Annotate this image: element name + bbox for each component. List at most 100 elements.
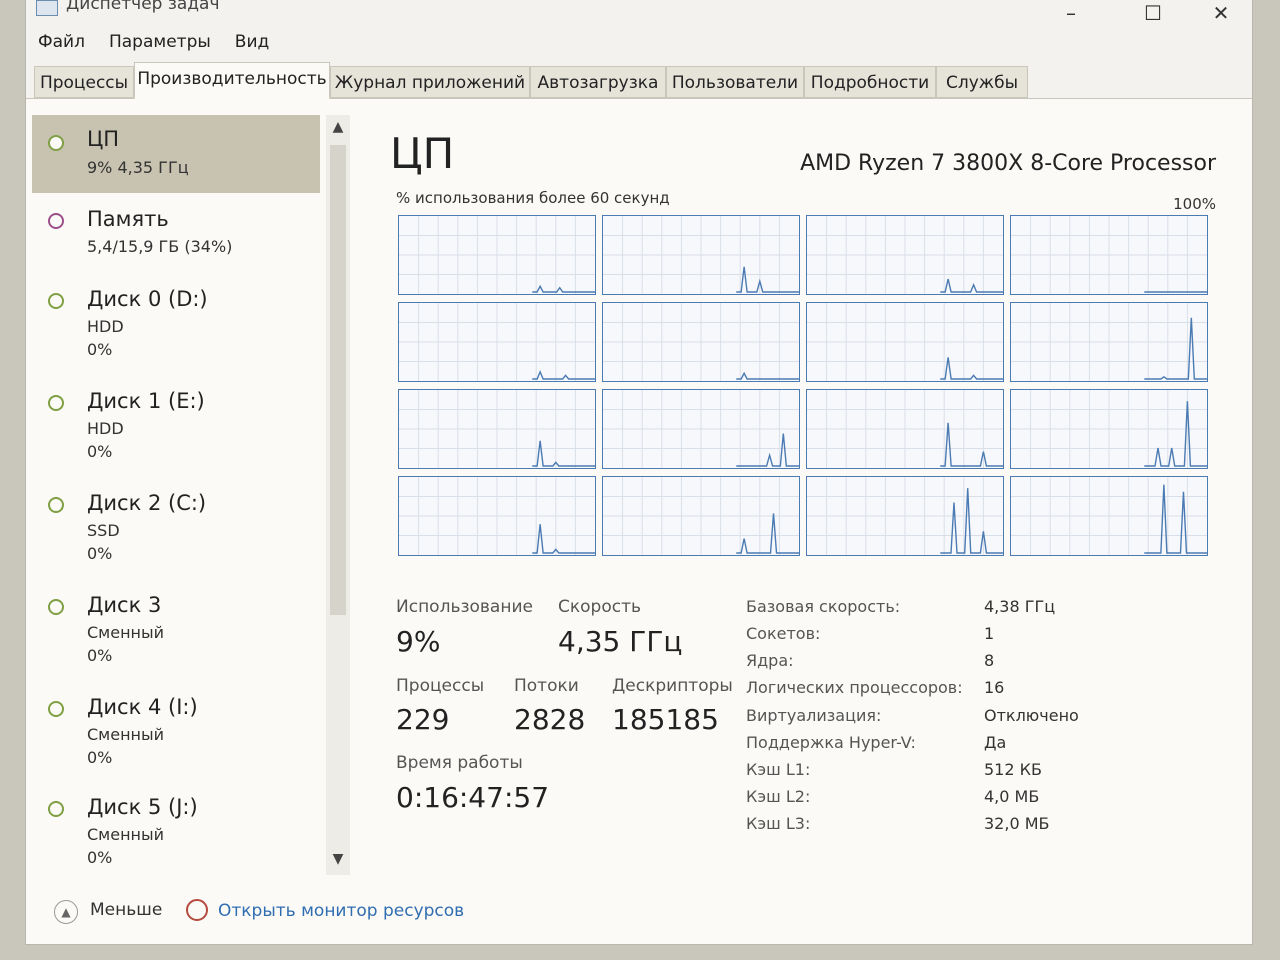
- sidebar-item-usage: 0%: [87, 442, 113, 461]
- minimize-button[interactable]: –: [1048, 0, 1094, 26]
- speed-value: 4,35 ГГц: [558, 625, 683, 658]
- cpu-usage-line: [736, 266, 799, 293]
- cpu-core-graph: [602, 476, 800, 556]
- cpu-core-graph: [398, 476, 596, 556]
- handles-value: 185185: [612, 703, 719, 736]
- threads-value: 2828: [514, 703, 586, 736]
- sidebar-item-title: Диск 5 (J:): [87, 795, 198, 819]
- sockets-label: Сокетов:: [746, 624, 821, 643]
- task-manager-icon: [36, 0, 58, 16]
- sidebar-item-title: Диск 2 (C:): [87, 491, 207, 515]
- performance-content: ЦП 9% 4,35 ГГц Память 5,4/15,9 ГБ (34%) …: [26, 99, 1252, 944]
- cpu-usage-line: [736, 371, 799, 380]
- sidebar-item-cpu[interactable]: ЦП 9% 4,35 ГГц: [32, 115, 320, 193]
- open-resource-monitor-link[interactable]: Открыть монитор ресурсов: [218, 901, 464, 921]
- disk-indicator-icon: [48, 497, 64, 513]
- sidebar-item-usage: 0%: [87, 544, 113, 563]
- cpu-usage-line: [736, 513, 799, 554]
- sidebar-item-title: Диск 3: [87, 593, 162, 617]
- sidebar-item-detail: 5,4/15,9 ГБ (34%): [87, 237, 233, 256]
- page-title: ЦП: [390, 129, 455, 178]
- cpu-indicator-icon: [48, 135, 64, 151]
- cores-value: 8: [984, 651, 995, 670]
- threads-label: Потоки: [514, 676, 579, 696]
- cpu-usage-line: [532, 369, 595, 380]
- cpu-core-graph: [602, 215, 800, 295]
- hyper-v-value: Да: [984, 733, 1007, 752]
- tab-bar: Процессы Производительность Журнал прило…: [26, 62, 1252, 99]
- sidebar-item-disk-5[interactable]: Диск 5 (J:) Сменный 0%: [32, 787, 320, 869]
- logical-processors-label: Логических процессоров:: [746, 678, 963, 697]
- menu-file[interactable]: Файл: [26, 28, 97, 56]
- menu-view[interactable]: Вид: [223, 28, 281, 56]
- sidebar-scrollbar[interactable]: ▲ ▼: [326, 115, 350, 875]
- window-title: Диспетчер задач: [66, 0, 220, 14]
- tab-performance[interactable]: Производительность: [134, 62, 330, 99]
- sidebar-item-usage: 0%: [87, 340, 113, 359]
- logical-processor-graphs: [398, 215, 1214, 557]
- title-bar: Диспетчер задач – ☐ ✕: [26, 0, 1252, 26]
- sidebar-item-type: Сменный: [87, 725, 165, 744]
- scroll-thumb[interactable]: [330, 145, 346, 615]
- graph-caption: % использования более 60 секунд: [396, 189, 670, 207]
- cpu-usage-line: [940, 357, 1003, 380]
- sidebar-item-title: Диск 1 (E:): [87, 389, 205, 413]
- sidebar-item-memory[interactable]: Память 5,4/15,9 ГБ (34%): [32, 199, 320, 269]
- cpu-core-graph: [602, 389, 800, 469]
- sidebar-item-detail: 9% 4,35 ГГц: [87, 158, 189, 177]
- cache-l3-label: Кэш L3:: [746, 814, 811, 833]
- logical-processors-value: 16: [984, 678, 1005, 697]
- disk-indicator-icon: [48, 293, 64, 309]
- tab-details[interactable]: Подробности: [804, 66, 936, 98]
- chevron-up-icon[interactable]: ▲: [54, 900, 78, 924]
- resource-monitor-icon: [186, 899, 208, 921]
- sidebar-item-disk-1[interactable]: Диск 1 (E:) HDD 0%: [32, 381, 320, 469]
- cpu-usage-line: [532, 524, 595, 554]
- cpu-core-graph: [806, 215, 1004, 295]
- cpu-core-graph: [1010, 302, 1208, 382]
- sidebar-item-title: ЦП: [87, 127, 120, 151]
- sidebar-item-disk-2[interactable]: Диск 2 (C:) SSD 0%: [32, 483, 320, 571]
- tab-app-history[interactable]: Журнал приложений: [330, 66, 530, 98]
- sockets-value: 1: [984, 624, 995, 643]
- sidebar-item-type: HDD: [87, 317, 124, 336]
- tab-users[interactable]: Пользователи: [666, 66, 804, 98]
- scroll-down-icon[interactable]: ▼: [330, 851, 346, 869]
- processes-label: Процессы: [396, 676, 485, 696]
- scroll-up-icon[interactable]: ▲: [330, 119, 346, 137]
- resource-sidebar: ЦП 9% 4,35 ГГц Память 5,4/15,9 ГБ (34%) …: [26, 99, 326, 869]
- sidebar-item-disk-4[interactable]: Диск 4 (I:) Сменный 0%: [32, 687, 320, 775]
- cache-l3-value: 32,0 МБ: [984, 814, 1050, 833]
- menu-options[interactable]: Параметры: [97, 28, 223, 56]
- close-button[interactable]: ✕: [1198, 0, 1244, 26]
- memory-indicator-icon: [48, 213, 64, 229]
- cpu-usage-line: [532, 284, 595, 293]
- disk-indicator-icon: [48, 701, 64, 717]
- usage-label: Использование: [396, 597, 533, 617]
- uptime-value: 0:16:47:57: [396, 781, 550, 814]
- tab-startup[interactable]: Автозагрузка: [530, 66, 666, 98]
- tab-services[interactable]: Службы: [936, 66, 1028, 98]
- base-speed-value: 4,38 ГГц: [984, 597, 1056, 616]
- sidebar-item-type: SSD: [87, 521, 120, 540]
- sidebar-item-disk-3[interactable]: Диск 3 Сменный 0%: [32, 585, 320, 673]
- cpu-core-graph: [398, 215, 596, 295]
- usage-value: 9%: [396, 625, 441, 658]
- disk-indicator-icon: [48, 395, 64, 411]
- sidebar-item-title: Память: [87, 207, 169, 231]
- cpu-core-graph: [1010, 476, 1208, 556]
- cpu-detail-panel: ЦП AMD Ryzen 7 3800X 8-Core Processor % …: [366, 99, 1226, 899]
- speed-label: Скорость: [558, 597, 641, 617]
- cores-label: Ядра:: [746, 651, 794, 670]
- sidebar-item-usage: 0%: [87, 646, 113, 665]
- cpu-core-graph: [806, 389, 1004, 469]
- fewer-details-button[interactable]: Меньше: [90, 900, 162, 920]
- cpu-core-graph: [398, 389, 596, 469]
- base-speed-label: Базовая скорость:: [746, 597, 901, 616]
- sidebar-item-disk-0[interactable]: Диск 0 (D:) HDD 0%: [32, 279, 320, 367]
- disk-indicator-icon: [48, 801, 64, 817]
- tab-processes[interactable]: Процессы: [34, 66, 134, 98]
- cpu-usage-line: [940, 278, 1003, 293]
- handles-label: Дескрипторы: [612, 676, 733, 696]
- maximize-button[interactable]: ☐: [1130, 0, 1176, 26]
